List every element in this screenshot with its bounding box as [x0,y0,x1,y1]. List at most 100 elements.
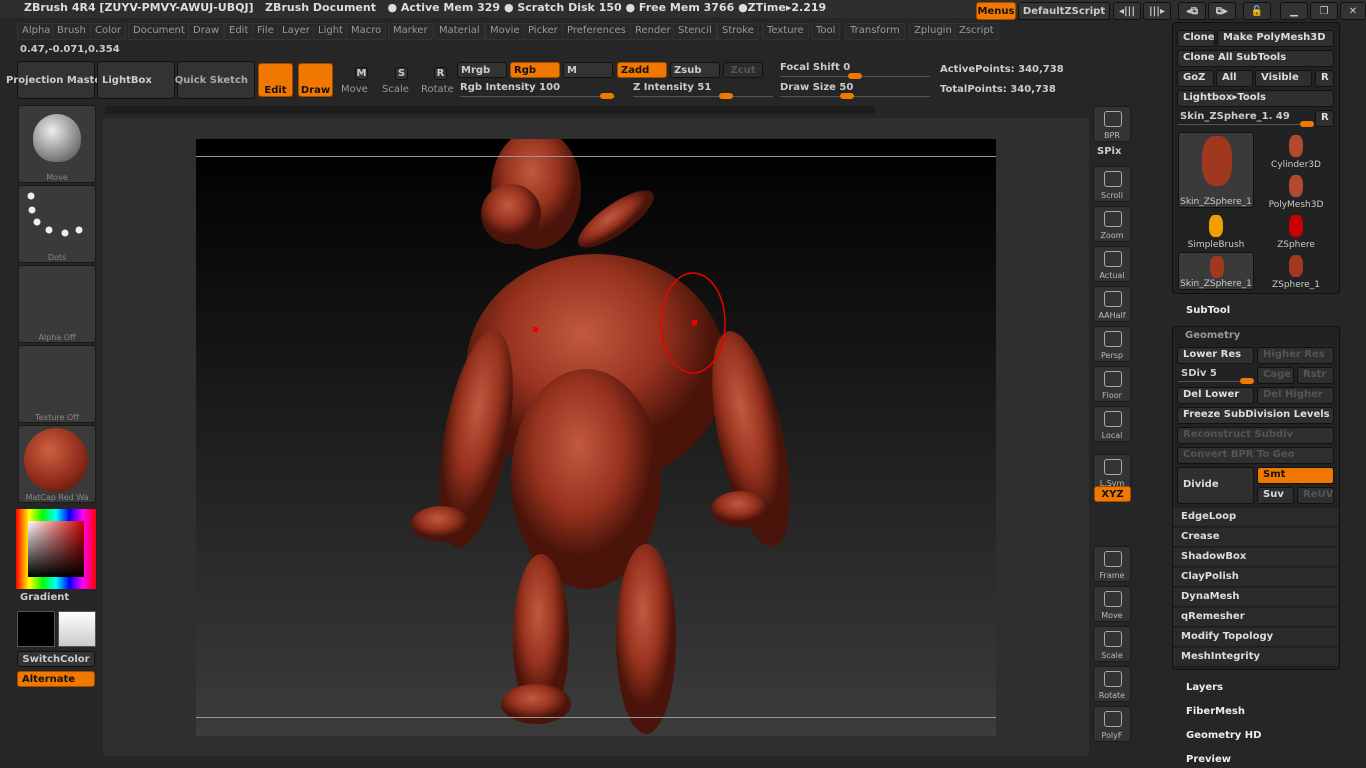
tool-thumbnail[interactable]: PolyMesh3D [1258,172,1334,210]
xyz-button[interactable]: XYZ [1094,486,1131,502]
close-icon[interactable]: ✕ [1340,2,1366,20]
lightbox-tools-button[interactable]: Lightbox▸Tools [1177,90,1334,107]
menu-marker[interactable]: Marker [388,23,433,40]
del-lower-button[interactable]: Del Lower [1177,387,1254,404]
rstr-button[interactable]: Rstr [1297,367,1334,384]
zadd-button[interactable]: Zadd [617,62,667,78]
rotate-button[interactable]: Rotate [421,84,454,95]
menu-render[interactable]: Render [630,23,676,40]
sdiv-slider[interactable] [1178,378,1254,384]
menu-zplugin[interactable]: Zplugin [909,23,957,40]
spix-button[interactable]: SPix [1097,146,1121,157]
menu-draw[interactable]: Draw [188,23,225,40]
viewport[interactable] [196,129,996,736]
goz-button[interactable]: GoZ [1177,70,1214,87]
freeze-subdivision-button[interactable]: Freeze SubDivision Levels [1177,407,1334,424]
tool-thumbnail[interactable]: Skin_ZSphere_1 [1178,252,1254,290]
menus-button[interactable]: Menus [976,2,1016,20]
scroll-button[interactable]: Scroll [1093,166,1131,202]
quick-sketch-button[interactable]: Quick Sketch [175,61,255,99]
geometry-dynamesh[interactable]: DynaMesh [1173,588,1338,607]
geometry-crease[interactable]: Crease [1173,528,1338,547]
menu-stroke[interactable]: Stroke [717,23,759,40]
menu-color[interactable]: Color [90,23,127,40]
visible-button[interactable]: Visible [1255,70,1312,87]
layout-prev-icon[interactable]: ◂⧉ [1178,2,1206,20]
color-picker[interactable] [16,509,96,589]
reconstruct-subdiv-button[interactable]: Reconstruct Subdiv [1177,427,1334,444]
main-color-swatch[interactable] [58,611,96,647]
brush-selector[interactable]: Move [18,105,96,183]
alternate-button[interactable]: Alternate [17,671,95,687]
tool-thumbnail[interactable]: SimpleBrush [1178,212,1254,250]
zoom-button[interactable]: Zoom [1093,206,1131,242]
section-fibermesh[interactable]: FiberMesh [1186,706,1245,717]
layout-next-icon[interactable]: ⧉▸ [1208,2,1236,20]
z-intensity-slider[interactable] [633,93,773,99]
mrgb-button[interactable]: Mrgb [457,62,507,78]
menu-preferences[interactable]: Preferences [562,23,631,40]
scale-button[interactable]: Scale [1093,626,1131,662]
current-tool-slider[interactable] [1178,121,1314,127]
geometry-claypolish[interactable]: ClayPolish [1173,568,1338,587]
menu-brush[interactable]: Brush [52,23,91,40]
menu-texture[interactable]: Texture [762,23,809,40]
aahalf-button[interactable]: AAHalf [1093,286,1131,322]
geometry-edgeloop[interactable]: EdgeLoop [1173,508,1338,527]
higher-res-button[interactable]: Higher Res [1257,347,1334,364]
rotate-button[interactable]: Rotate [1093,666,1131,702]
menu-file[interactable]: File [252,23,279,40]
lightbox-button[interactable]: LightBox [97,61,175,99]
local-button[interactable]: Local [1093,406,1131,442]
clone-button[interactable]: Clone [1177,30,1215,47]
geometry-header[interactable]: Geometry [1185,330,1240,341]
switchcolor-button[interactable]: SwitchColor [17,651,95,667]
tool-thumbnail[interactable]: Skin_ZSphere_1 [1178,132,1254,208]
projection-master-button[interactable]: Projection Master [6,61,106,99]
clone-all-subtools-button[interactable]: Clone All SubTools [1177,50,1334,67]
menu-light[interactable]: Light [313,23,348,40]
tool-thumbnail[interactable]: ZSphere [1258,212,1334,250]
secondary-color-swatch[interactable] [17,611,55,647]
edit-button[interactable]: Edit [258,63,293,97]
menu-alpha[interactable]: Alpha [17,23,56,40]
material-selector[interactable]: MatCap Red Wa [18,425,96,503]
geometry-meshintegrity[interactable]: MeshIntegrity [1173,648,1338,667]
scale-button[interactable]: Scale [382,84,409,95]
m-button[interactable]: M [563,62,613,78]
tool-thumbnail[interactable]: Cylinder3D [1258,132,1334,170]
scroll-right-icon[interactable]: |||▸ [1143,2,1171,20]
make-polymesh3d-button[interactable]: Make PolyMesh3D [1217,30,1334,47]
menu-picker[interactable]: Picker [523,23,563,40]
focal-shift-slider[interactable] [780,73,930,79]
alpha-selector[interactable]: Alpha Off [18,265,96,343]
r-button[interactable]: R [1315,70,1334,87]
menu-transform[interactable]: Transform [845,23,905,40]
lower-res-button[interactable]: Lower Res [1177,347,1254,364]
suv-toggle[interactable]: Suv [1257,487,1294,504]
menu-stencil[interactable]: Stencil [673,23,717,40]
section-geometry-hd[interactable]: Geometry HD [1186,730,1261,741]
scroll-left-icon[interactable]: ◂||| [1113,2,1141,20]
floor-button[interactable]: Floor [1093,366,1131,402]
geometry-shadowbox[interactable]: ShadowBox [1173,548,1338,567]
rgb-intensity-slider[interactable] [460,93,615,99]
lock-icon[interactable]: 🔓 [1243,2,1271,20]
zsub-button[interactable]: Zsub [670,62,720,78]
persp-button[interactable]: Persp [1093,326,1131,362]
texture-selector[interactable]: Texture Off [18,345,96,423]
menu-edit[interactable]: Edit [224,23,254,40]
zcut-button[interactable]: Zcut [723,62,763,78]
menu-movie[interactable]: Movie [485,23,525,40]
move-button[interactable]: Move [1093,586,1131,622]
r-button-2[interactable]: R [1315,110,1334,127]
menu-layer[interactable]: Layer [277,23,315,40]
polyf-button[interactable]: PolyF [1093,706,1131,742]
draw-button[interactable]: Draw [298,63,333,97]
del-higher-button[interactable]: Del Higher [1257,387,1334,404]
geometry-qremesher[interactable]: qRemesher [1173,608,1338,627]
frame-button[interactable]: Frame [1093,546,1131,582]
bpr-button[interactable]: BPR [1093,106,1131,142]
cage-button[interactable]: Cage [1257,367,1294,384]
menu-tool[interactable]: Tool [811,23,841,40]
